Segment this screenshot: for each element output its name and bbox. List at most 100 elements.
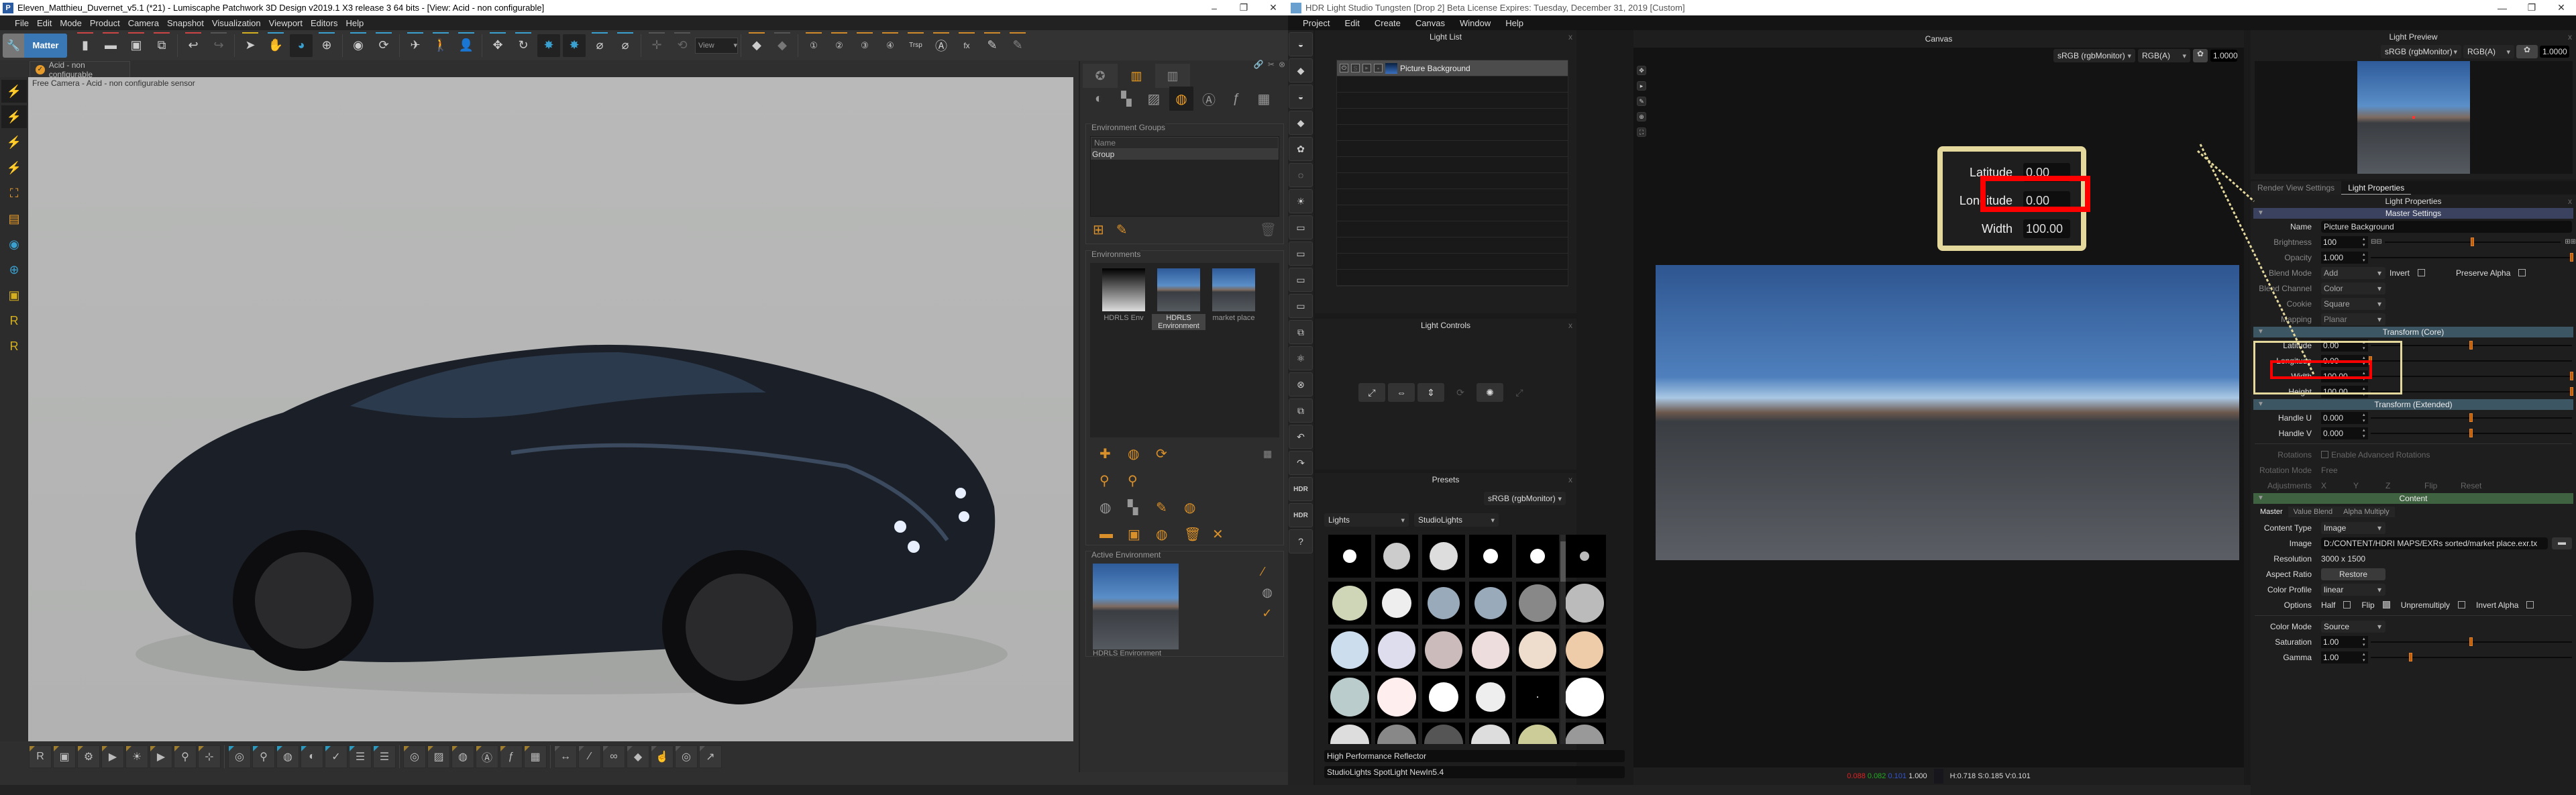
preset-thumbnail[interactable] — [1328, 535, 1371, 578]
edit-group-icon[interactable]: ✎ — [1116, 221, 1128, 238]
menu-mode[interactable]: Mode — [60, 18, 82, 28]
canvas-channel-dropdown[interactable]: RGB(A) — [2138, 49, 2190, 62]
joystick-icon[interactable]: ⚲ — [174, 745, 197, 768]
fx-icon[interactable]: fx — [955, 32, 978, 57]
advanced-rotations-checkbox[interactable] — [2321, 451, 2328, 458]
canvas-exposure-field[interactable]: 1.0000 — [2210, 50, 2238, 62]
adjust-y[interactable]: Y — [2353, 481, 2385, 490]
camera-shot-icon[interactable]: ◉ — [347, 32, 370, 57]
camera-rotate-icon[interactable]: ⟳ — [372, 32, 395, 57]
canvas-fit-icon[interactable]: ⛶ — [1637, 127, 1646, 137]
light-list-item[interactable]: ⏻ S ▸ ▪ Picture Background — [1337, 60, 1568, 76]
save-icon[interactable]: ▣ — [125, 32, 148, 57]
menu-editors[interactable]: Editors — [311, 18, 337, 28]
preset-thumbnail[interactable] — [1516, 535, 1559, 578]
preset-thumbnail[interactable] — [1328, 629, 1371, 672]
delete-group-icon[interactable]: 🗑 — [1260, 221, 1277, 238]
tab-master[interactable]: Master — [2255, 507, 2288, 517]
render-x-icon[interactable]: ⚡ — [1, 105, 27, 128]
character-icon[interactable]: 👤 — [455, 32, 478, 57]
adjust-z[interactable]: Z — [2385, 481, 2424, 490]
brightness-field[interactable]: 100 — [2321, 235, 2368, 248]
adjust-x[interactable]: X — [2321, 481, 2353, 490]
tab-render-view-settings[interactable]: Render View Settings — [2251, 181, 2342, 195]
hdr-refresh-icon[interactable]: HDR — [1289, 503, 1313, 527]
pick-material-2-icon[interactable]: ✸ — [563, 34, 586, 57]
flip-button[interactable]: Flip — [2424, 481, 2461, 490]
brightness-slider[interactable] — [2384, 237, 2561, 246]
render-windows-dots-icon[interactable]: ⚡ — [1, 156, 27, 179]
edit-env-icon[interactable]: ✎ — [1156, 499, 1184, 516]
presentation-icon[interactable]: ▤ — [1, 207, 27, 230]
redo-icon[interactable]: ↷ — [1289, 451, 1313, 475]
canvas-move-icon[interactable]: ✥ — [1637, 66, 1646, 75]
preset-thumbnail[interactable] — [1563, 723, 1606, 744]
pick-material-icon[interactable]: ✸ — [537, 34, 560, 57]
invert-checkbox[interactable] — [2418, 269, 2426, 276]
name-field[interactable]: Picture Background — [2321, 220, 2572, 233]
unpremultiply-checkbox[interactable] — [2458, 601, 2466, 608]
tire-icon[interactable]: ◎ — [403, 745, 426, 768]
slider-handle[interactable] — [2570, 386, 2573, 396]
presets-colorspace-dropdown[interactable]: sRGB (rgbMonitor) — [1484, 492, 1566, 505]
add-group-icon[interactable]: ⊞ — [1093, 221, 1104, 238]
transform-extended-header[interactable]: Transform (Extended) — [2253, 399, 2573, 410]
flag-light-icon[interactable]: ◌ — [1289, 163, 1313, 187]
view-select[interactable]: View ▾ — [695, 37, 738, 54]
cookie-dropdown[interactable]: Square — [2321, 297, 2385, 310]
preset-thumbnail[interactable] — [1516, 723, 1559, 744]
reset-button[interactable]: Reset — [2461, 481, 2481, 490]
close-panel-icon[interactable]: x — [2568, 30, 2572, 44]
gradient-light-icon[interactable]: ◆ — [1289, 111, 1313, 135]
preview-channel-dropdown[interactable]: RGB(A) — [2463, 45, 2514, 58]
menu-window[interactable]: Window — [1460, 18, 1491, 28]
preset-thumbnail[interactable] — [1516, 629, 1559, 672]
sun-light-icon[interactable]: ☀ — [1289, 189, 1313, 213]
preset-thumbnail[interactable] — [1375, 535, 1418, 578]
saturation-slider[interactable] — [2371, 637, 2572, 646]
touch-icon[interactable]: ☝ — [651, 745, 674, 768]
category-animations[interactable]: Ⓐ — [1197, 87, 1221, 111]
content-type-dropdown[interactable]: Image — [2321, 521, 2385, 534]
checker-btn-icon[interactable]: ▚ — [1128, 499, 1156, 516]
translate-icon[interactable]: ✛ — [645, 32, 668, 57]
walk-icon[interactable]: 🚶 — [429, 32, 452, 57]
rotation-mode-dropdown[interactable]: Free — [2321, 466, 2338, 475]
preview-colorspace-dropdown[interactable]: sRGB (rgbMonitor) — [2381, 45, 2461, 58]
sliders-icon[interactable]: ⊹ — [198, 745, 221, 768]
blend-mode-dropdown[interactable]: Add — [2321, 266, 2385, 279]
preset-thumbnail[interactable] — [1328, 676, 1371, 719]
graph-icon[interactable]: ↗ — [699, 745, 722, 768]
preset-thumbnail[interactable] — [1516, 676, 1559, 719]
viewpoint-2-icon[interactable]: ② — [828, 32, 851, 57]
menu-product[interactable]: Product — [90, 18, 120, 28]
preset-thumbnail[interactable] — [1375, 723, 1418, 744]
hdr-live-hq-icon[interactable]: ⟳ — [1156, 445, 1184, 462]
select-toggle-icon[interactable]: ▸ — [1362, 64, 1371, 72]
atom-icon[interactable]: ⚛ — [1289, 346, 1313, 370]
invert-alpha-checkbox[interactable] — [2526, 601, 2534, 608]
save-env-icon[interactable]: ▣ — [1128, 526, 1156, 543]
matter-button[interactable]: 🔧 Matter — [3, 33, 67, 58]
preview-exposure-field[interactable]: 1.0000 — [2540, 46, 2569, 58]
minimize-button[interactable]: — — [2487, 0, 2517, 15]
brush-2-icon[interactable]: ✎ — [1006, 32, 1029, 57]
group-row[interactable]: Group — [1091, 149, 1279, 160]
globe-add-icon[interactable]: ◍ — [1156, 526, 1184, 543]
hdr-live-add-icon[interactable]: ✚ — [1099, 445, 1128, 462]
exposure-aperture-icon[interactable]: ✿ — [2516, 45, 2538, 58]
eye-orbit-icon[interactable]: ◉ — [1, 233, 27, 256]
env-item[interactable]: market place — [1207, 268, 1260, 330]
canvas-colorspace-dropdown[interactable]: sRGB (rgbMonitor) — [2053, 49, 2135, 62]
content-header[interactable]: Content — [2253, 493, 2573, 504]
menu-help[interactable]: Help — [345, 18, 364, 28]
next-view-icon[interactable]: ◆ — [771, 32, 794, 57]
menu-canvas[interactable]: Canvas — [1415, 18, 1445, 28]
menu-visualization[interactable]: Visualization — [212, 18, 261, 28]
hdr-live-icon[interactable]: ◍ — [1128, 445, 1156, 462]
folder-add-icon[interactable]: ▬ — [1099, 527, 1128, 542]
preset-thumbnail[interactable] — [1563, 676, 1606, 719]
spot-light-icon[interactable]: ◒ — [1289, 32, 1313, 56]
zoom-icon[interactable]: ⊕ — [315, 32, 338, 57]
link-icon[interactable]: 🔗 — [1254, 60, 1264, 69]
